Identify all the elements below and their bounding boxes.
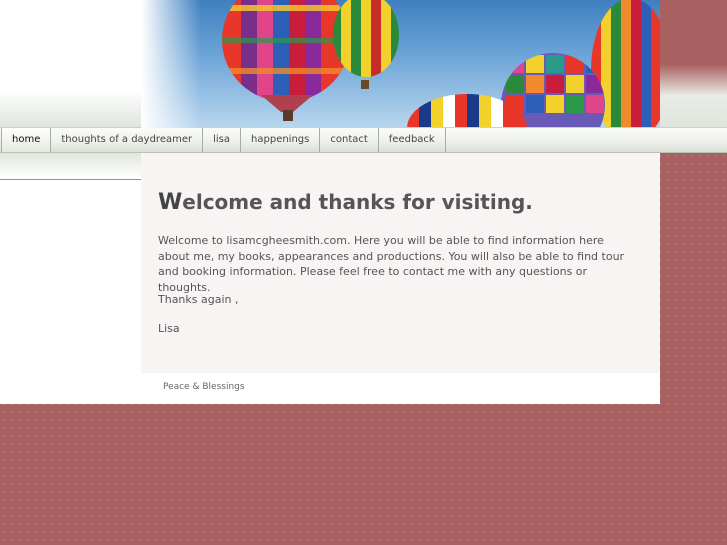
sidebar-strip <box>0 153 141 180</box>
footer: Peace & Blessings <box>141 373 660 404</box>
header-banner <box>141 0 660 128</box>
page-title-initial: W <box>158 190 183 215</box>
thanks-paragraph: Thanks again , <box>158 293 239 306</box>
nav-item-thoughts-of-a-daydreamer[interactable]: thoughts of a daydreamer <box>51 128 204 152</box>
signature: Lisa <box>158 322 180 335</box>
page-title: Welcome and thanks for visiting. <box>158 190 533 215</box>
header-right-fade <box>660 0 727 128</box>
main-nav: home thoughts of a daydreamer lisa happe… <box>0 127 727 153</box>
balloon-large <box>222 0 350 102</box>
header-left-pad <box>0 0 141 128</box>
footer-text: Peace & Blessings <box>163 382 245 392</box>
nav-item-contact[interactable]: contact <box>320 128 379 152</box>
page-title-text: elcome and thanks for visiting. <box>182 190 533 214</box>
nav-item-feedback[interactable]: feedback <box>379 128 446 152</box>
nav-item-happenings[interactable]: happenings <box>241 128 321 152</box>
nav-item-lisa[interactable]: lisa <box>203 128 242 152</box>
intro-paragraph: Welcome to lisamcgheesmith.com. Here you… <box>158 234 625 294</box>
nav-item-home[interactable]: home <box>1 128 52 152</box>
hot-air-balloons-image <box>222 0 660 128</box>
main-content: Welcome and thanks for visiting. Welcome… <box>141 153 660 373</box>
